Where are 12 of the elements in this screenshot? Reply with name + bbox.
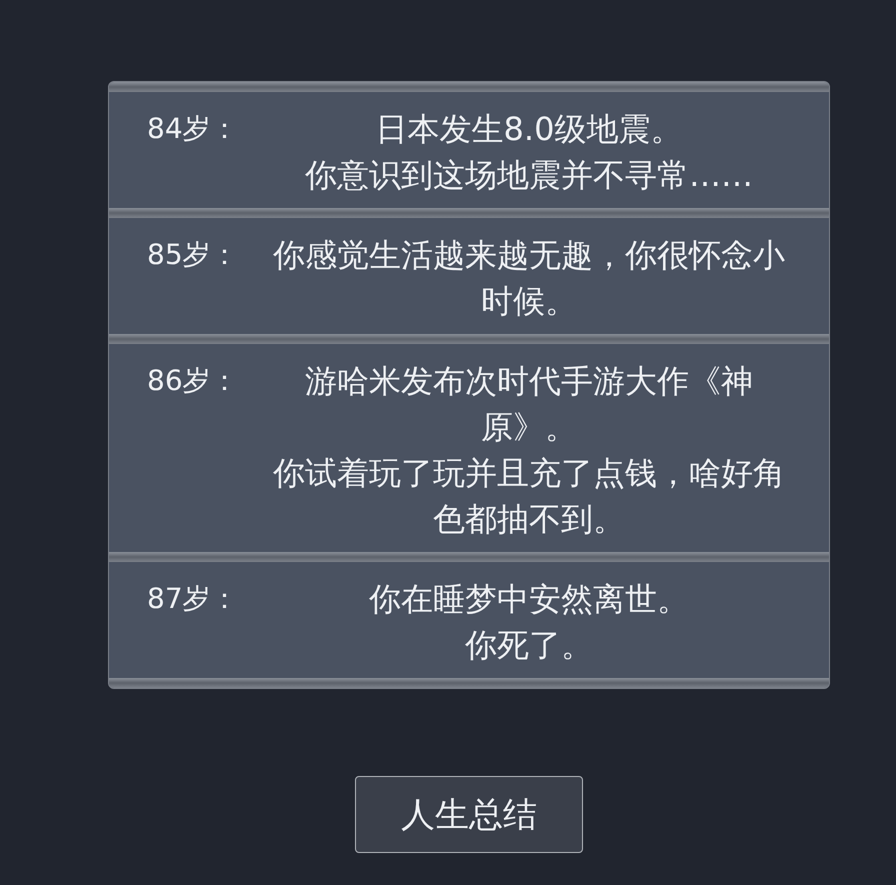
age-label: 85岁： — [147, 237, 240, 273]
age-label: 84岁： — [147, 111, 240, 147]
event-text: 游哈米发布次时代手游大作《神原》。 — [304, 361, 754, 448]
event-text: 你感觉生活越来越无趣，你很怀念小时候。 — [272, 235, 786, 322]
event-text: 你意识到这场地震并不寻常…… — [304, 155, 754, 196]
event-text: 你在睡梦中安然离世。 — [368, 579, 690, 620]
event-text: 日本发生8.0级地震。 — [374, 109, 684, 150]
event-text: 你死了。 — [464, 625, 594, 666]
life-summary-button[interactable]: 人生总结 — [355, 776, 583, 853]
age-label: 87岁： — [147, 581, 240, 617]
event-text: 你试着玩了玩并且充了点钱，啥好角色都抽不到。 — [272, 453, 786, 540]
age-label: 86岁： — [147, 363, 240, 399]
